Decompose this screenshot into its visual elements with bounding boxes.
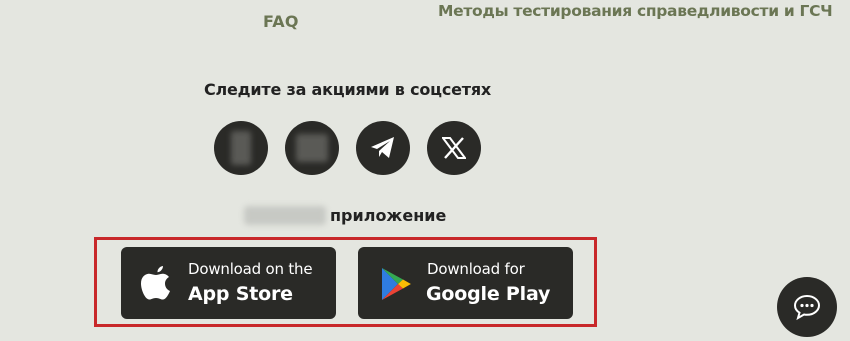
app-section-title: приложение [244,206,446,225]
google-play-title: Google Play [426,283,551,305]
social-links [214,121,481,175]
chat-button[interactable] [777,277,837,337]
google-play-icon [382,268,411,300]
apple-icon [141,266,170,300]
x-button[interactable] [427,121,481,175]
telegram-icon [371,137,394,158]
blurred-brand-name [244,206,326,225]
chat-bubble-icon [793,294,821,321]
app-title-suffix: приложение [330,206,447,225]
telegram-button[interactable] [356,121,410,175]
app-store-title: App Store [188,283,293,305]
x-icon [442,137,466,159]
google-play-subtitle: Download for [427,260,525,278]
fairness-methods-link[interactable]: Методы тестирования справедливости и ГСЧ [438,2,833,20]
app-store-subtitle: Download on the [188,260,313,278]
faq-link[interactable]: FAQ [263,12,299,31]
app-store-button[interactable]: Download on the App Store [121,247,336,319]
social-button-1[interactable] [214,121,268,175]
blurred-social-icon [231,131,251,165]
google-play-button[interactable]: Download for Google Play [358,247,573,319]
social-button-2[interactable] [285,121,339,175]
social-section-title: Следите за акциями в соцсетях [203,80,492,99]
blurred-social-icon [296,134,328,162]
